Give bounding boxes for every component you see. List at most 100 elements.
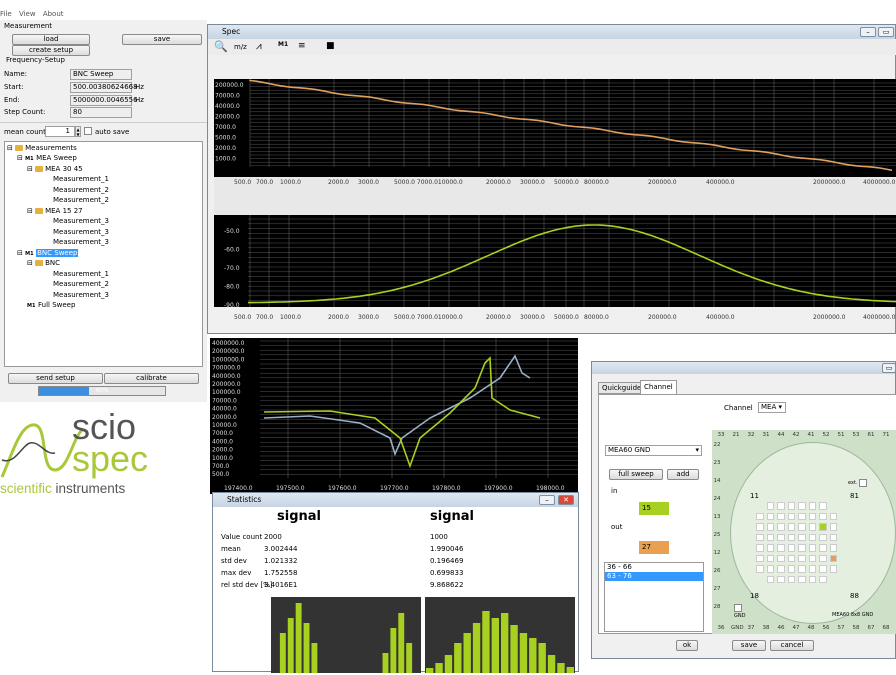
add-button[interactable]: add <box>667 469 699 480</box>
mean-count-spinner[interactable]: 1 <box>45 126 75 137</box>
line-chart-icon[interactable]: ⩘ <box>256 41 262 52</box>
electrode[interactable] <box>777 575 785 583</box>
name-field[interactable]: BNC Sweep <box>70 69 132 80</box>
electrode[interactable] <box>777 502 785 510</box>
channel-select[interactable]: MEA ▾ <box>758 402 786 413</box>
menu-about[interactable]: About <box>43 10 64 18</box>
mea-select[interactable]: MEA60 GND ▾ <box>605 445 702 456</box>
electrode[interactable] <box>819 512 827 520</box>
electrode[interactable] <box>766 565 774 573</box>
tree-leaf[interactable]: Measurement_1 <box>53 269 109 280</box>
restore-icon[interactable]: ▭ <box>878 27 894 37</box>
phase-plot[interactable]: -50.0 -60.0 -70.0 -80.0 -90.0 <box>214 215 896 309</box>
electrode[interactable] <box>798 554 806 562</box>
electrode[interactable] <box>808 523 816 531</box>
electrode[interactable] <box>819 554 827 562</box>
electrode[interactable] <box>777 512 785 520</box>
load-button[interactable]: load <box>12 34 90 45</box>
electrode[interactable] <box>798 565 806 573</box>
electrode[interactable] <box>787 512 795 520</box>
channel-pair-list[interactable]: 36 - 66 63 - 76 <box>604 562 704 632</box>
cancel-button[interactable]: cancel <box>770 640 814 651</box>
resonance-plot[interactable]: 4000000.0 2000000.0 1000000.0 700000.0 40000… <box>210 338 578 494</box>
create-setup-button[interactable]: create setup <box>12 45 90 56</box>
tree-root[interactable]: ⊟ Measurements <box>7 143 77 154</box>
menu-file[interactable]: File <box>0 10 12 18</box>
list-item[interactable]: 36 - 66 <box>605 563 703 572</box>
electrode[interactable] <box>808 512 816 520</box>
measurement-tree[interactable]: ⊟ Measurements ⊟ M1 MEA Sweep ⊟ MEA 30 45… <box>4 141 203 367</box>
electrode[interactable] <box>808 502 816 510</box>
electrode[interactable] <box>787 502 795 510</box>
electrode[interactable] <box>819 523 827 531</box>
electrode[interactable] <box>756 533 764 541</box>
out-channel-field[interactable]: 27 <box>639 541 669 554</box>
send-setup-button[interactable]: send setup <box>8 373 103 384</box>
tree-item-bnc[interactable]: ⊟ BNC <box>27 258 60 269</box>
electrode[interactable] <box>766 533 774 541</box>
electrode[interactable] <box>756 523 764 531</box>
electrode[interactable] <box>829 523 837 531</box>
electrode[interactable] <box>777 565 785 573</box>
electrode[interactable] <box>829 554 837 562</box>
magnitude-plot[interactable]: 200000.0 70000.0 40000.0 20000.0 7000.0 5000.… <box>214 79 896 177</box>
list-item-selected[interactable]: 63 - 76 <box>605 572 703 581</box>
electrode[interactable] <box>819 502 827 510</box>
menu-view[interactable]: View <box>19 10 36 18</box>
electrode[interactable] <box>766 502 774 510</box>
electrode[interactable] <box>819 544 827 552</box>
electrode[interactable] <box>777 544 785 552</box>
electrode[interactable] <box>808 554 816 562</box>
electrode[interactable] <box>819 575 827 583</box>
tree-item-bnc-sweep[interactable]: ⊟ M1 BNC Sweep <box>17 248 79 259</box>
electrode[interactable] <box>787 554 795 562</box>
electrode[interactable] <box>777 533 785 541</box>
minimize-icon[interactable]: – <box>539 495 555 505</box>
minimize-icon[interactable]: – <box>860 27 876 37</box>
electrode[interactable] <box>766 512 774 520</box>
zoom-icon[interactable]: 🔍 <box>214 40 228 53</box>
electrode[interactable] <box>777 554 785 562</box>
electrode[interactable] <box>829 533 837 541</box>
electrode[interactable] <box>808 533 816 541</box>
gnd-electrode[interactable] <box>734 604 742 612</box>
electrode[interactable] <box>798 533 806 541</box>
list-icon[interactable]: ≡ <box>298 41 306 51</box>
tree-item-mea-15-27[interactable]: ⊟ MEA 15 27 <box>27 206 83 217</box>
tree-leaf[interactable]: Measurement_2 <box>53 195 109 206</box>
tree-item-mea-sweep[interactable]: ⊟ M1 MEA Sweep <box>17 153 77 164</box>
mz-button[interactable]: m/z <box>234 43 247 51</box>
start-field[interactable]: 500.00380624668 <box>70 82 138 93</box>
electrode[interactable] <box>756 544 764 552</box>
ext-electrode[interactable] <box>859 479 867 487</box>
electrode[interactable] <box>787 565 795 573</box>
electrode[interactable] <box>829 565 837 573</box>
tab-channel[interactable]: Channel <box>640 380 677 394</box>
close-icon[interactable]: ✕ <box>558 495 574 505</box>
electrode[interactable] <box>777 523 785 531</box>
tree-leaf[interactable]: Measurement_2 <box>53 185 109 196</box>
spinner-arrows-icon[interactable]: ▲ ▼ <box>75 126 81 137</box>
electrode[interactable] <box>787 533 795 541</box>
electrode[interactable] <box>829 544 837 552</box>
m1-button[interactable]: M1 <box>278 41 288 48</box>
electrode[interactable] <box>798 544 806 552</box>
electrode[interactable] <box>756 512 764 520</box>
electrode[interactable] <box>798 523 806 531</box>
tree-leaf[interactable]: Measurement_3 <box>53 237 109 248</box>
electrode[interactable] <box>798 575 806 583</box>
camera-icon[interactable]: ■ <box>326 41 335 51</box>
electrode[interactable] <box>819 533 827 541</box>
tree-leaf[interactable]: Measurement_2 <box>53 279 109 290</box>
end-field[interactable]: 5000000.0046556 <box>70 95 138 106</box>
tab-quickguide[interactable]: Quickguide <box>598 382 646 394</box>
tree-leaf[interactable]: Measurement_3 <box>53 290 109 301</box>
tree-leaf[interactable]: Measurement_3 <box>53 227 109 238</box>
restore-icon[interactable]: ▭ <box>882 363 896 373</box>
tree-item-mea-30-45[interactable]: ⊟ MEA 30 45 <box>27 164 83 175</box>
dialog-save-button[interactable]: save <box>732 640 766 651</box>
electrode[interactable] <box>819 565 827 573</box>
electrode[interactable] <box>829 512 837 520</box>
electrode[interactable] <box>766 544 774 552</box>
ok-button[interactable]: ok <box>676 640 698 651</box>
